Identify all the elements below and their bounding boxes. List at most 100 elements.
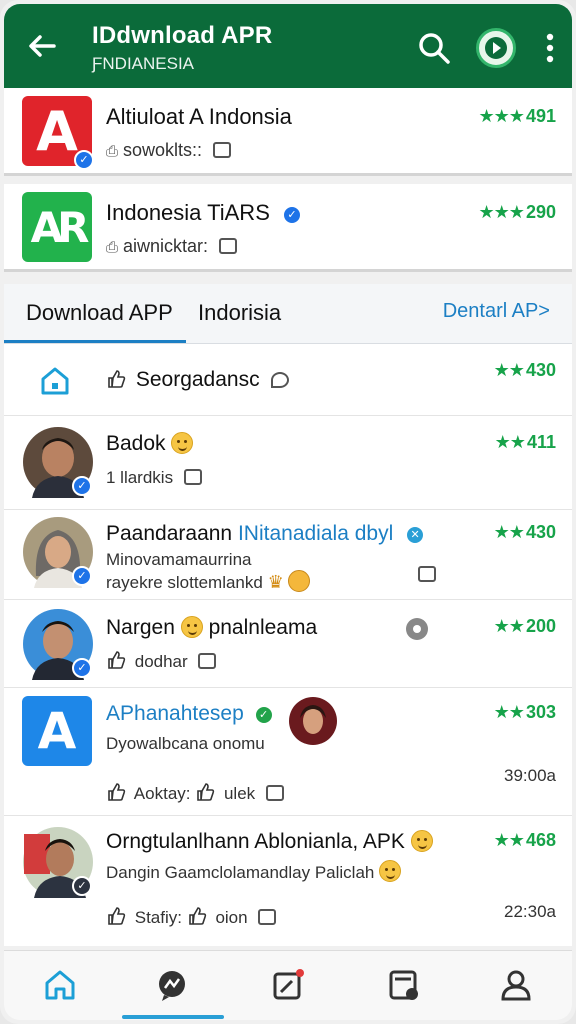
- app-name: Altiuloat A Indonsia: [106, 104, 292, 129]
- avatar: ✓: [22, 826, 96, 900]
- app-logo: A: [22, 696, 92, 766]
- app-meta: ⎙ sowoklts::: [106, 140, 232, 161]
- app-logo: AR: [22, 192, 92, 262]
- bottom-navigation: [4, 950, 572, 1020]
- list-item-title: Paandaraann INitanadiala dbyl ✕: [106, 522, 426, 547]
- list-item-subtext: rayekre slottemlankd: [106, 573, 263, 592]
- play-button[interactable]: [476, 28, 516, 68]
- rating-stars: ★★: [493, 830, 525, 850]
- list-item-subtitle: Dangin Gaamclolamandlay Paliclah: [106, 860, 402, 883]
- info-icon: [219, 238, 238, 254]
- timestamp: 39:00a: [504, 766, 556, 785]
- list-item-text-2: pnalnleama: [208, 616, 318, 639]
- verified-icon: ✓: [74, 150, 94, 170]
- message-icon[interactable]: [265, 785, 284, 801]
- list-item-text: Orngtulanlhann Ablonianla, APK: [106, 830, 405, 853]
- verified-icon: ✓: [72, 658, 92, 678]
- list-item-subtitle: dodhar: [106, 650, 217, 672]
- list-item-actions: Aoktay: ulek: [106, 782, 284, 804]
- rating-stars: ★★: [493, 360, 525, 380]
- rating-value: 411: [526, 432, 556, 452]
- rating-stars: ★★: [494, 432, 526, 452]
- app-card[interactable]: AR Indonesia TiARS ✓ ⎙ aiwnicktar: ★★★ 29…: [4, 184, 572, 272]
- timestamp: 22:30a: [504, 902, 556, 921]
- verified-icon: ✓: [72, 876, 92, 896]
- like-icon[interactable]: [106, 782, 126, 802]
- app-meta-text: aiwnicktar:: [123, 236, 209, 256]
- list-item-rating: ★★ 303: [494, 702, 556, 723]
- rating-value: 200: [525, 616, 556, 636]
- avatar: ✓: [22, 426, 96, 500]
- list-item-text: Nargen: [106, 616, 175, 639]
- rating-stars: ★★: [493, 616, 525, 636]
- list-item[interactable]: ✓ Orngtulanlhann Ablonianla, APK Dangin …: [4, 816, 572, 946]
- download-icon: ⎙: [106, 143, 119, 160]
- download-icon: ⎙: [106, 239, 119, 256]
- verified-icon: ✓: [72, 476, 92, 496]
- smile-emoji-icon: [171, 432, 194, 454]
- tab-indicator: [4, 340, 186, 343]
- app-logo-letter: AR: [30, 202, 90, 252]
- like-icon[interactable]: [187, 906, 207, 926]
- list-item-title: Orngtulanlhann Ablonianla, APK: [106, 830, 433, 854]
- settings-icon[interactable]: [406, 618, 428, 640]
- home-icon[interactable]: [42, 967, 78, 1003]
- list-item[interactable]: A APhanahtesep ✓ Dyowalbcana onomu Aokta…: [4, 688, 572, 816]
- chat-icon[interactable]: [154, 967, 190, 1003]
- comment-icon: [271, 372, 290, 388]
- list-item-subtext: 1 llardkis: [106, 468, 174, 487]
- app-name: Indonesia TiARS ✓: [106, 200, 302, 227]
- list-item-text: Badok: [106, 432, 166, 455]
- list-item-title: Seorgadansc: [106, 368, 290, 392]
- list-item-rating: ★★ 411: [495, 432, 556, 453]
- back-arrow-icon[interactable]: [24, 28, 60, 64]
- message-icon[interactable]: [258, 909, 277, 925]
- cards-icon[interactable]: [386, 967, 422, 1003]
- verified-icon: ✕: [405, 525, 426, 545]
- tab-bar: Download APP Indorisia Dentarl AP>: [4, 284, 572, 344]
- list-item[interactable]: ✓ Paandaraann INitanadiala dbyl ✕ Minova…: [4, 510, 572, 600]
- list-item-title: APhanahtesep ✓: [106, 702, 274, 727]
- like-icon: [108, 370, 126, 388]
- list-item[interactable]: Seorgadansc ★★ 430: [4, 344, 572, 416]
- app-rating: ★★★ 491: [479, 106, 556, 127]
- verified-icon: ✓: [72, 566, 92, 586]
- avatar: ✓: [22, 516, 96, 590]
- rating-value: 491: [525, 106, 556, 126]
- list-item-rating: ★★ 468: [494, 830, 556, 851]
- edit-notification-icon[interactable]: [270, 967, 306, 1003]
- more-vert-icon[interactable]: [538, 30, 562, 66]
- list-item-text: Paandaraann: [106, 522, 233, 545]
- rating-stars: ★★★: [478, 106, 525, 126]
- action-label: Aoktay:: [133, 784, 191, 803]
- app-card[interactable]: A ✓ Altiuloat A Indonsia ⎙ sowoklts:: ★★…: [4, 88, 572, 176]
- tab-indonesia[interactable]: Indorisia: [198, 300, 281, 326]
- search-icon[interactable]: [416, 30, 452, 66]
- app-logo-letter: A: [36, 99, 78, 163]
- verified-icon: ✓: [282, 205, 302, 225]
- list-item-title: Badok: [106, 432, 194, 456]
- verified-icon: ✓: [253, 705, 274, 725]
- app-meta: ⎙ aiwnicktar:: [106, 236, 238, 257]
- list-item[interactable]: ✓ Badok 1 llardkis ★★ 411: [4, 416, 572, 510]
- app-screen: IDdwnload APR ƑNDIANESIA A ✓ Altiuloat A…: [0, 0, 576, 1024]
- tab-download-app[interactable]: Download APP: [26, 300, 173, 326]
- like-icon[interactable]: [106, 906, 126, 926]
- feed-list: Seorgadansc ★★ 430 ✓ Badok 1 llardkis ★★…: [4, 344, 572, 946]
- feather-icon: [288, 570, 311, 592]
- list-item-rating: ★★ 200: [494, 616, 556, 637]
- list-item-subtitle: Minovamamaurrina: [106, 550, 252, 569]
- list-item-link[interactable]: INitanadiala dbyl: [238, 522, 393, 545]
- message-icon: [183, 469, 202, 485]
- profile-icon[interactable]: [498, 967, 534, 1003]
- info-icon: [213, 142, 232, 158]
- list-item-subtext: Dangin Gaamclolamandlay Paliclah: [106, 863, 375, 882]
- rating-stars: ★★: [493, 522, 525, 542]
- rating-value: 468: [525, 830, 556, 850]
- list-item-subtitle-2: rayekre slottemlankd ♛: [106, 570, 311, 593]
- action-label-2: oion: [215, 908, 248, 927]
- like-icon: [108, 651, 126, 669]
- tab-dental-ap[interactable]: Dentarl AP>: [443, 300, 550, 323]
- list-item[interactable]: ✓ Nargen pnalnleama dodhar ★★ 200: [4, 600, 572, 688]
- like-icon[interactable]: [195, 782, 215, 802]
